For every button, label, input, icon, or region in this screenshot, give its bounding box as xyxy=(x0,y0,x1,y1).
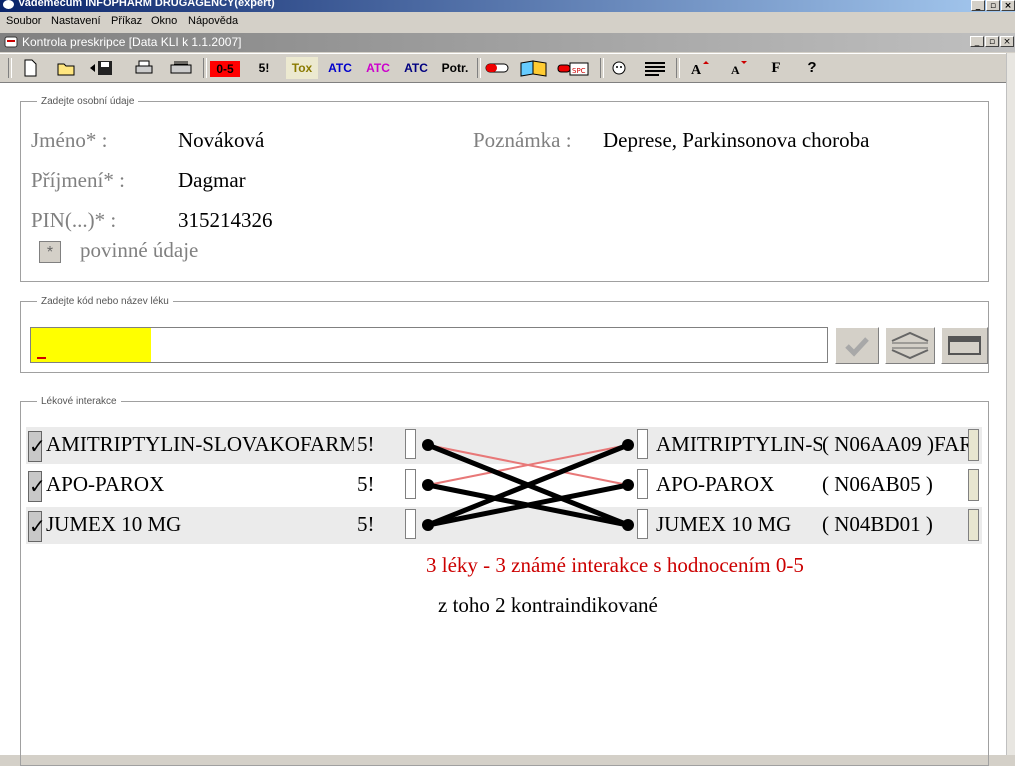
interaction-detail: z toho 2 kontraindikované xyxy=(438,593,658,617)
interaction-summary: 3 léky - 3 známé interakce s hodnocením … xyxy=(426,553,804,577)
left-node xyxy=(422,519,434,531)
right-node xyxy=(622,519,634,531)
right-node xyxy=(622,439,634,451)
left-node xyxy=(422,439,434,451)
left-node xyxy=(422,479,434,491)
interaction-links xyxy=(422,439,634,531)
right-node xyxy=(622,479,634,491)
